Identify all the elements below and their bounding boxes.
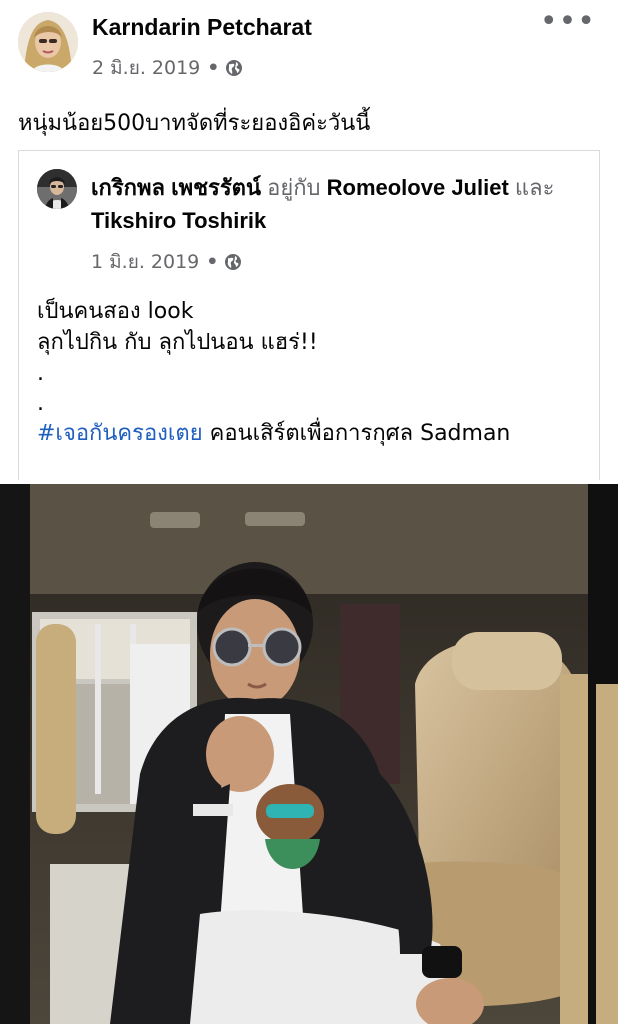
author-avatar[interactable] [18, 12, 78, 72]
author-name[interactable]: Karndarin Petcharat [92, 14, 312, 41]
globe-icon[interactable] [225, 59, 243, 77]
photo-illustration [0, 484, 618, 1024]
shared-date[interactable]: 1 มิ.ย. 2019 [91, 247, 199, 277]
and-text: และ [514, 175, 555, 200]
post-date[interactable]: 2 มิ.ย. 2019 [92, 53, 200, 83]
more-options-icon[interactable]: ••• [540, 7, 596, 37]
tagged-user-2[interactable]: Tikshiro Toshirik [91, 208, 266, 233]
separator-dot: • [207, 57, 220, 79]
shared-meta: 1 มิ.ย. 2019 • [91, 247, 242, 277]
text-line: . [37, 391, 44, 416]
text-line: ลุกไปกิน กับ ลุกไปนอน แฮร่!! [37, 330, 318, 355]
hashtag-link[interactable]: #เจอกันครองเตย [37, 421, 203, 446]
shared-post-text: เป็นคนสอง look ลุกไปกิน กับ ลุกไปนอน แฮร… [37, 296, 510, 449]
facebook-post: Karndarin Petcharat 2 มิ.ย. 2019 • ••• ห… [0, 0, 618, 1024]
post-caption: หนุ่มน้อย500บาทจัดที่ระยองอิค่ะวันนี้ [18, 111, 371, 136]
text-tail: คอนเสิร์ตเพื่อการกุศล Sadman [202, 421, 511, 446]
text-line: เป็นคนสอง look [37, 299, 194, 324]
tagged-user-1[interactable]: Romeolove Juliet [327, 175, 509, 200]
separator-dot: • [206, 251, 219, 273]
shared-post-card[interactable]: เกริกพล เพชรรัตน์ อยู่กับ Romeolove Juli… [18, 150, 600, 480]
text-line: . [37, 361, 44, 386]
globe-icon[interactable] [224, 253, 242, 271]
post-photo[interactable] [0, 484, 618, 1024]
shared-author-avatar[interactable] [37, 169, 77, 209]
shared-title: เกริกพล เพชรรัตน์ อยู่กับ Romeolove Juli… [91, 171, 581, 237]
post-meta: 2 มิ.ย. 2019 • [92, 53, 243, 83]
with-text: อยู่กับ [267, 175, 321, 200]
text-line-hashtag: #เจอกันครองเตย คอนเสิร์ตเพื่อการกุศล Sad… [37, 418, 510, 449]
shared-author-name[interactable]: เกริกพล เพชรรัตน์ [91, 175, 261, 200]
